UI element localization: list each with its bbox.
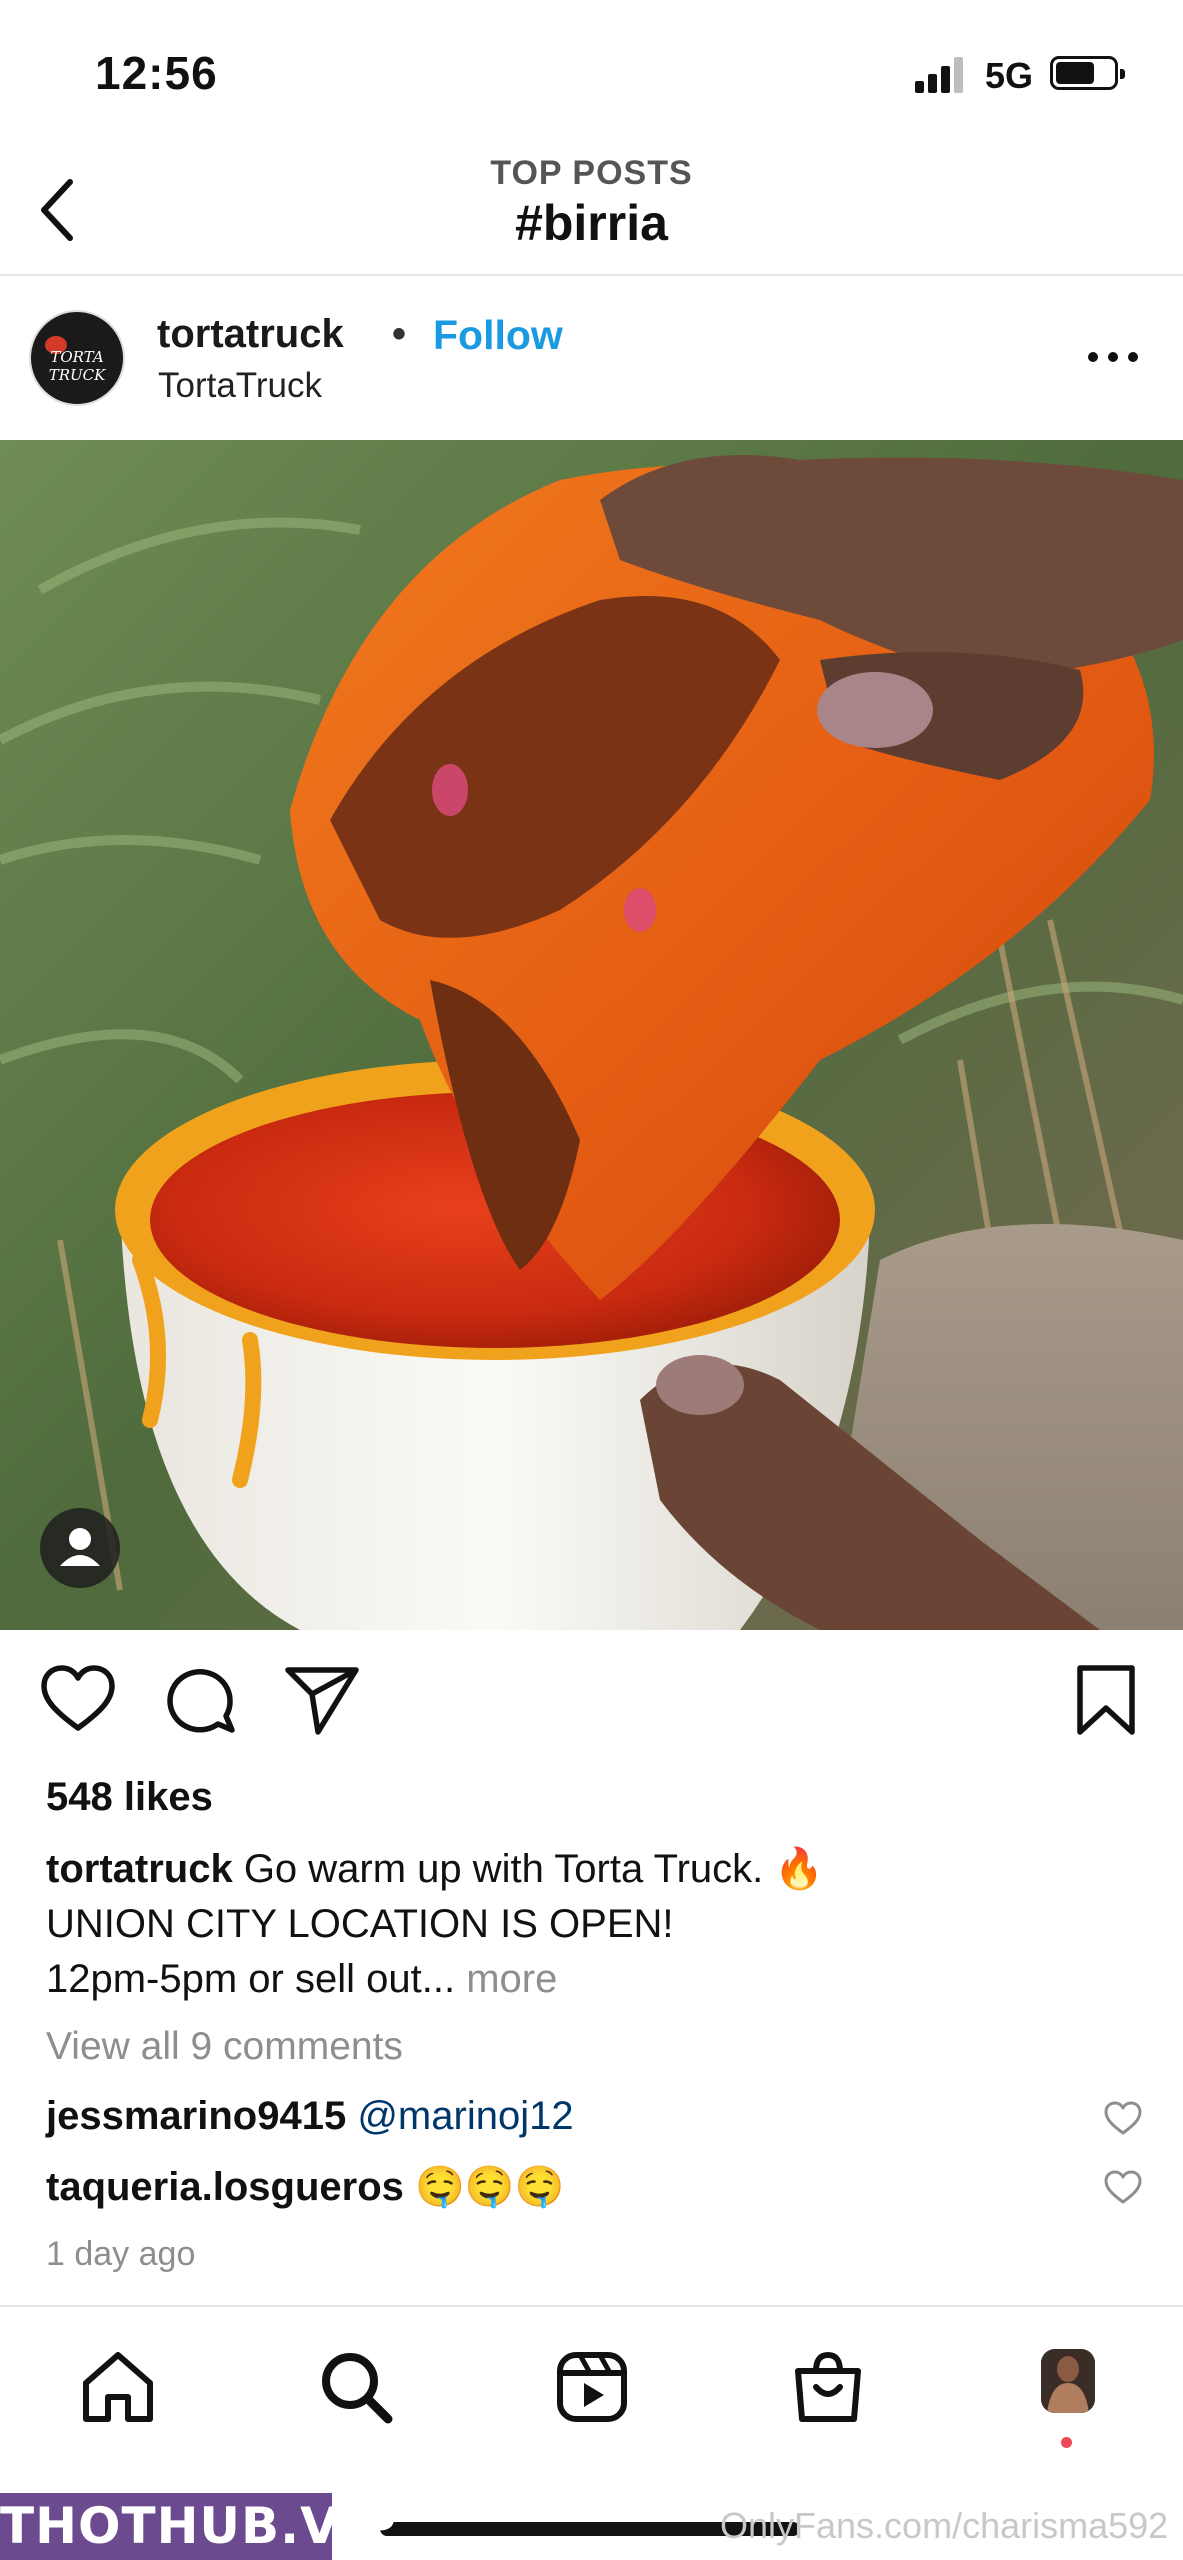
avatar[interactable]: TORTA TRUCK [29, 310, 125, 406]
header-subtitle: TOP POSTS [490, 154, 693, 192]
post-timestamp: 1 day ago [46, 2235, 196, 2273]
signal-strength-icon [915, 55, 967, 93]
search-icon[interactable] [316, 2347, 396, 2427]
likes-count[interactable]: 548 likes [46, 1775, 213, 1820]
post-actions [0, 1660, 1183, 1750]
comment-username[interactable]: taqueria.losgueros [46, 2165, 404, 2209]
user-tag-icon[interactable] [40, 1508, 120, 1588]
post-sublabel[interactable]: TortaTruck [158, 366, 322, 406]
follow-button[interactable]: Follow [433, 312, 563, 359]
comment-bubble-icon[interactable] [160, 1660, 240, 1740]
notification-dot [1061, 2437, 1072, 2448]
network-label: 5G [985, 55, 1034, 96]
post-caption: tortatruck Go warm up with Torta Truck. … [46, 1842, 1126, 2007]
comment-text: 🤤🤤🤤 [415, 2165, 565, 2209]
comment-username[interactable]: jessmarino9415 [46, 2094, 346, 2138]
shopping-bag-icon[interactable] [788, 2347, 868, 2427]
avatar-logo-text: TORTA TRUCK [48, 348, 106, 384]
reels-icon[interactable] [552, 2347, 632, 2427]
caption-line-1: Go warm up with Torta Truck. 🔥 [232, 1847, 825, 1891]
battery-icon [1050, 56, 1125, 90]
more-horizontal-icon[interactable] [1088, 348, 1144, 368]
caption-username[interactable]: tortatruck [46, 1847, 233, 1891]
heart-icon[interactable] [38, 1660, 118, 1740]
heart-icon[interactable] [1103, 2168, 1143, 2208]
top-bar: TOP POSTS #birria [0, 140, 1183, 276]
status-time: 12:56 [95, 47, 218, 99]
page-title: #birria [515, 195, 668, 251]
caption-more-link[interactable]: more [466, 1957, 557, 2001]
watermark-right: OnlyFans.com/charisma592 [720, 2505, 1169, 2546]
bookmark-icon[interactable] [1066, 1660, 1146, 1740]
post-username[interactable]: tortatruck [157, 312, 344, 357]
home-icon[interactable] [78, 2347, 158, 2427]
heart-icon[interactable] [1103, 2099, 1143, 2139]
comment-row: taqueria.losgueros 🤤🤤🤤 [46, 2163, 1146, 2210]
watermark-left: THOTHUB.VIP [0, 2493, 396, 2560]
profile-avatar[interactable] [1041, 2349, 1095, 2413]
view-all-comments-link[interactable]: View all 9 comments [46, 2025, 403, 2069]
caption-line-2: UNION CITY LOCATION IS OPEN! [46, 1902, 674, 1946]
status-bar: 12:56 5G [0, 0, 1183, 140]
paper-plane-icon[interactable] [282, 1660, 362, 1740]
comment-mention[interactable]: @marinoj12 [357, 2094, 573, 2138]
caption-line-3: 12pm-5pm or sell out... [46, 1957, 467, 2001]
comment-row: jessmarino9415 @marinoj12 [46, 2094, 1146, 2139]
post-image[interactable] [0, 440, 1183, 1630]
separator-dot: • [392, 312, 407, 356]
bottom-nav [0, 2305, 1183, 2505]
post-header: TORTA TRUCK tortatruck • Follow TortaTru… [0, 278, 1183, 440]
